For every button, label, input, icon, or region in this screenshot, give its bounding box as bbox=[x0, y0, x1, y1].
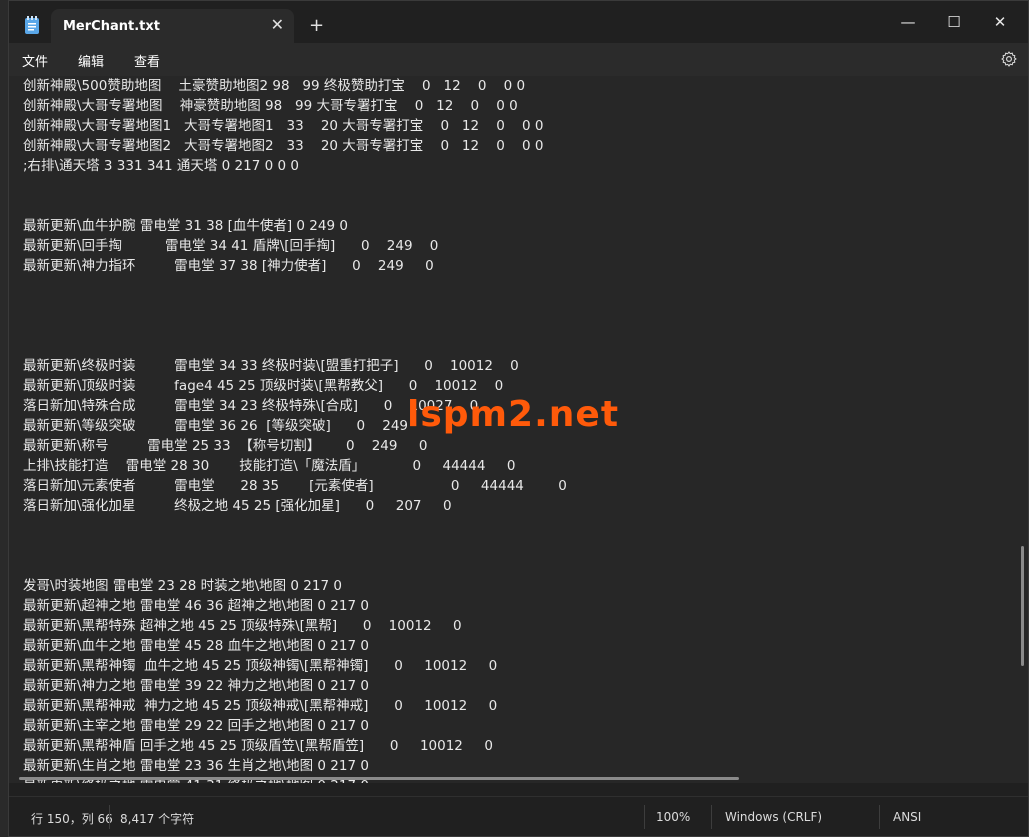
text-line: 上排\技能打造 雷电堂 28 30 技能打造\「魔法盾」 0 44444 0 bbox=[23, 458, 516, 474]
text-line: ;右排\通天塔 3 331 341 通天塔 0 217 0 0 0 bbox=[23, 158, 299, 174]
text-line: 最新更新\血牛护腕 雷电堂 31 38 [血牛使者] 0 249 0 bbox=[23, 218, 348, 234]
text-line: 最新更新\回手掏 雷电堂 34 41 盾牌\[回手掏] 0 249 0 bbox=[23, 238, 439, 254]
zoom-level[interactable]: 100% bbox=[656, 810, 690, 824]
new-tab-button[interactable]: + bbox=[309, 15, 324, 36]
text-line: 最新更新\神力指环 雷电堂 37 38 [神力使者] 0 249 0 bbox=[23, 258, 434, 274]
text-line: 最新更新\超神之地 雷电堂 46 36 超神之地\地图 0 217 0 bbox=[23, 598, 369, 614]
text-line: 创新神殿\大哥专署地图1 大哥专署地图1 33 20 大哥专署打宝 0 12 0… bbox=[23, 118, 544, 134]
gear-icon[interactable] bbox=[1000, 50, 1018, 68]
text-line bbox=[23, 336, 993, 356]
line-ending: Windows (CRLF) bbox=[725, 810, 823, 824]
encoding: ANSI bbox=[893, 810, 922, 824]
text-line: 最新更新\顶级时装 fage4 45 25 顶级时装\[黑帮教父] 0 1001… bbox=[23, 378, 504, 394]
text-line: 最新更新\黑帮神镯 血牛之地 45 25 顶级神镯\[黑帮神镯] 0 10012… bbox=[23, 658, 498, 674]
text-line: 发哥\时装地图 雷电堂 23 28 时装之地\地图 0 217 0 bbox=[23, 578, 342, 594]
menu-bar: 文件 编辑 查看 bbox=[9, 43, 1028, 76]
divider bbox=[879, 805, 880, 829]
text-line: 最新更新\神力之地 雷电堂 39 22 神力之地\地图 0 217 0 bbox=[23, 678, 369, 694]
text-line bbox=[23, 556, 993, 576]
text-line: 创新神殿\500赞助地图 土豪赞助地图2 98 99 终极赞助打宝 0 12 0… bbox=[23, 78, 526, 94]
close-tab-icon[interactable]: ✕ bbox=[271, 15, 284, 34]
text-line bbox=[23, 196, 993, 216]
menu-edit[interactable]: 编辑 bbox=[78, 51, 104, 70]
text-line: 落日新加\元素使者 雷电堂 28 35 [元素使者] 0 44444 0 bbox=[23, 478, 567, 494]
divider bbox=[711, 805, 712, 829]
cursor-position: 行 150，列 66 bbox=[31, 812, 113, 826]
horizontal-scroll-thumb[interactable] bbox=[19, 777, 739, 780]
menu-view[interactable]: 查看 bbox=[134, 51, 160, 70]
notepad-window: MerChant.txt ✕ + — ☐ ✕ 文件 编辑 查看 创新神殿\500… bbox=[8, 0, 1029, 837]
notepad-app-icon bbox=[25, 16, 39, 34]
horizontal-scrollbar[interactable] bbox=[17, 773, 1002, 783]
watermark-text: lspm2.net bbox=[407, 394, 620, 435]
text-line: 最新更新\称号 雷电堂 25 33 【称号切割】 0 249 0 bbox=[23, 438, 428, 454]
background-window-edge bbox=[0, 0, 8, 837]
text-line: 最新更新\终极时装 雷电堂 34 33 终极时装\[盟重打把子] 0 10012… bbox=[23, 358, 519, 374]
text-line: 最新更新\黑帮神戒 神力之地 45 25 顶级神戒\[黑帮神戒] 0 10012… bbox=[23, 698, 498, 714]
text-line bbox=[23, 276, 993, 296]
text-line: 最新更新\主宰之地 雷电堂 29 22 回手之地\地图 0 217 0 bbox=[23, 718, 369, 734]
text-line: 最新更新\黑帮神盾 回手之地 45 25 顶级盾笠\[黑帮盾笠] 0 10012… bbox=[23, 738, 493, 754]
maximize-button[interactable]: ☐ bbox=[931, 7, 977, 37]
tab-title: MerChant.txt bbox=[63, 19, 160, 34]
minimize-button[interactable]: — bbox=[885, 7, 931, 37]
status-bar: 行 150，列 66 8,417 个字符 100% Windows (CRLF)… bbox=[9, 796, 1028, 836]
text-line: 创新神殿\大哥专署地图 神豪赞助地图 98 99 大哥专署打宝 0 12 0 0… bbox=[23, 98, 518, 114]
text-line bbox=[23, 536, 993, 556]
tab-merchant-txt[interactable]: MerChant.txt ✕ bbox=[51, 9, 294, 43]
divider bbox=[644, 805, 645, 829]
divider bbox=[109, 805, 110, 829]
close-window-button[interactable]: ✕ bbox=[977, 7, 1023, 37]
text-line bbox=[23, 516, 993, 536]
text-line bbox=[23, 296, 993, 316]
text-line: 创新神殿\大哥专署地图2 大哥专署地图2 33 20 大哥专署打宝 0 12 0… bbox=[23, 138, 544, 154]
menu-file[interactable]: 文件 bbox=[22, 51, 48, 70]
character-count: 8,417 个字符 bbox=[120, 812, 195, 826]
vertical-scrollbar[interactable] bbox=[1021, 546, 1024, 666]
text-line bbox=[23, 316, 993, 336]
text-line: 最新更新\血牛之地 雷电堂 45 28 血牛之地\地图 0 217 0 bbox=[23, 638, 369, 654]
text-line: 最新更新\黑帮特殊 超神之地 45 25 顶级特殊\[黑帮] 0 10012 0 bbox=[23, 618, 462, 634]
text-line bbox=[23, 176, 993, 196]
title-bar: MerChant.txt ✕ + — ☐ ✕ bbox=[9, 1, 1028, 43]
text-line: 落日新加\强化加星 终极之地 45 25 [强化加星] 0 207 0 bbox=[23, 498, 452, 514]
text-editor[interactable]: 创新神殿\500赞助地图 土豪赞助地图2 98 99 终极赞助打宝 0 12 0… bbox=[9, 76, 1028, 783]
